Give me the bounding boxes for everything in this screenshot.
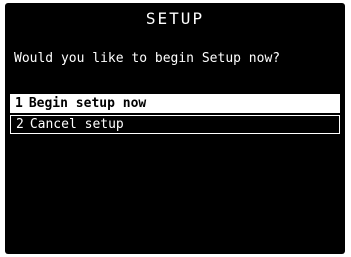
option-number: 2 [16,117,24,132]
option-label: Cancel setup [29,117,124,132]
setup-prompt: Would you like to begin Setup now? [14,51,281,66]
screen-title: SETUP [145,9,205,28]
option-label: Begin setup now [28,96,147,111]
option-number: 1 [15,96,23,111]
option-cancel-setup[interactable]: 2 Cancel setup [10,115,340,134]
setup-screen: SETUP Would you like to begin Setup now?… [5,3,345,254]
option-begin-setup[interactable]: 1 Begin setup now [10,94,340,113]
